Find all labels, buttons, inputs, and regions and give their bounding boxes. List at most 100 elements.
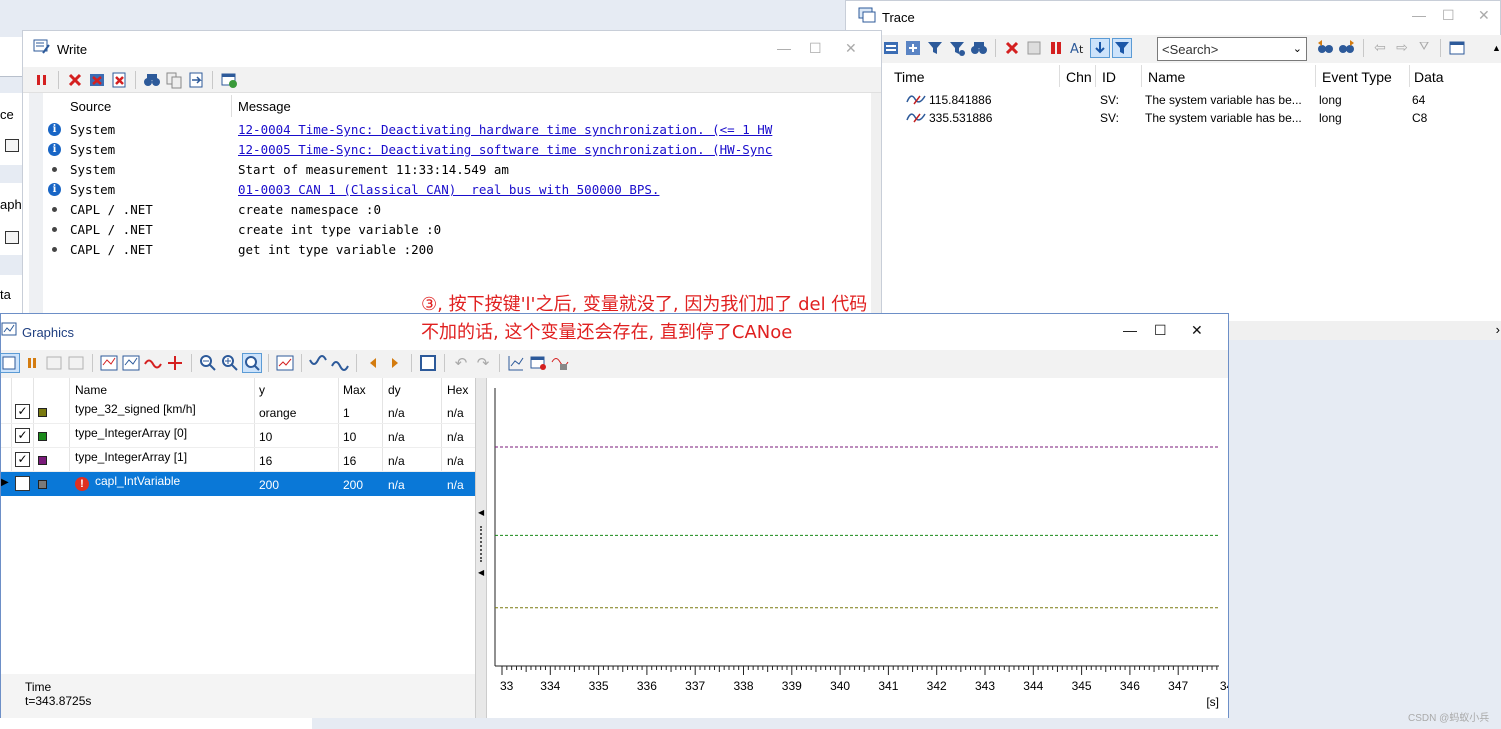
trace-titlebar[interactable]: Trace — ☐ ✕ xyxy=(846,1,1500,31)
export-icon[interactable] xyxy=(187,71,205,89)
zoom-in-icon[interactable] xyxy=(221,354,239,372)
scroll-mode-icon[interactable] xyxy=(1090,38,1110,58)
trace-row[interactable]: 115.841886 SV: The system variable has b… xyxy=(882,91,1501,109)
column-name[interactable]: Name xyxy=(75,383,107,397)
column-max[interactable]: Max xyxy=(343,383,366,397)
write-message-link[interactable]: 01-0003 CAN 1 (Classical CAN) real bus w… xyxy=(238,182,659,197)
signal-plot[interactable]: 33 334 335 336 337 338 339 340 341 342 343 344 345 34… xyxy=(487,378,1233,718)
line-type-icon[interactable] xyxy=(144,354,162,372)
minimize-button[interactable]: — xyxy=(777,40,791,56)
signal-row[interactable]: ✓ type_IntegerArray [1] 16 16 n/a n/a xyxy=(1,448,475,472)
list-clear-icon[interactable] xyxy=(1025,39,1043,57)
column-name[interactable]: Name xyxy=(1148,69,1185,85)
signal-checkbox[interactable]: ✓ xyxy=(15,404,30,419)
collapse-left-icon[interactable]: ◀ xyxy=(478,568,484,577)
grip-icon[interactable] xyxy=(480,526,482,562)
forward-arrow-icon[interactable]: ⇨ xyxy=(1393,39,1411,57)
close-button[interactable]: ✕ xyxy=(1191,322,1203,339)
signal-chart-icon[interactable] xyxy=(507,354,525,372)
maximize-button[interactable]: ☐ xyxy=(809,40,822,57)
window-settings-icon[interactable] xyxy=(220,71,238,89)
column-dy[interactable]: dy xyxy=(388,383,401,397)
filter-icon[interactable] xyxy=(926,39,944,57)
signal-checkbox[interactable]: ✓ xyxy=(15,428,30,443)
clear-list-icon[interactable] xyxy=(88,71,106,89)
write-row[interactable]: i System 12-0005 Time-Sync: Deactivating… xyxy=(43,139,871,159)
write-message-link[interactable]: 12-0005 Time-Sync: Deactivating software… xyxy=(238,142,772,157)
trace-search-box[interactable]: <Search> ⌄ xyxy=(1157,37,1307,61)
column-chn[interactable]: Chn xyxy=(1066,69,1092,85)
signal-color-swatch[interactable] xyxy=(38,432,47,441)
previous-marker-icon[interactable] xyxy=(364,354,382,372)
find-next-icon[interactable] xyxy=(1338,39,1356,57)
signal-color-swatch[interactable] xyxy=(38,456,47,465)
find-icon[interactable] xyxy=(143,71,161,89)
signal-checkbox[interactable]: ✓ xyxy=(15,452,30,467)
back-arrow-icon[interactable]: ⇦ xyxy=(1371,39,1389,57)
column-data[interactable]: Data xyxy=(1414,69,1444,85)
signal-checkbox[interactable] xyxy=(15,476,30,491)
export-window-icon[interactable] xyxy=(529,354,547,372)
chart-mode-icon[interactable] xyxy=(276,354,294,372)
expand-icon[interactable] xyxy=(904,39,922,57)
redo-icon[interactable]: ↷ xyxy=(474,354,492,372)
zoom-fit-x-icon[interactable] xyxy=(45,354,63,372)
signal-layout-icon[interactable] xyxy=(100,354,118,372)
close-button[interactable]: ✕ xyxy=(845,40,857,57)
signal-settings-icon[interactable] xyxy=(551,354,569,372)
clear-icon[interactable] xyxy=(66,71,84,89)
pause-icon[interactable] xyxy=(1047,39,1065,57)
find-previous-icon[interactable] xyxy=(1316,39,1334,57)
write-row[interactable]: i System 12-0004 Time-Sync: Deactivating… xyxy=(43,119,871,139)
maximize-button[interactable]: ☐ xyxy=(1154,322,1167,339)
plot-area[interactable]: 33 334 335 336 337 338 339 340 341 342 343 344 345 34… xyxy=(487,378,1233,718)
zoom-fit-y-icon[interactable] xyxy=(67,354,85,372)
filter-active-icon[interactable] xyxy=(1112,38,1132,58)
write-row[interactable]: CAPL / .NET create int type variable :0 xyxy=(43,219,871,239)
column-source[interactable]: Source xyxy=(70,99,111,114)
find-icon[interactable] xyxy=(970,39,988,57)
trace-vertical-scrollbar[interactable]: ▲ xyxy=(1491,37,1501,63)
signal-row-selected[interactable]: ▶ ! capl_IntVariable 200 200 n/a n/a xyxy=(1,472,475,496)
splitter-handle[interactable]: ◀ ◀ xyxy=(475,378,487,718)
minimize-button[interactable]: — xyxy=(1123,322,1137,338)
difference-cursor-icon[interactable] xyxy=(331,354,349,372)
write-titlebar[interactable]: Write — ☐ ✕ xyxy=(23,31,881,65)
write-row[interactable]: CAPL / .NET get int type variable :200 xyxy=(43,239,871,259)
column-message[interactable]: Message xyxy=(238,99,291,114)
filter-edit-icon[interactable] xyxy=(948,39,966,57)
select-icon[interactable] xyxy=(0,353,20,373)
next-marker-icon[interactable] xyxy=(386,354,404,372)
column-event-type[interactable]: Event Type xyxy=(1322,69,1392,85)
trace-row[interactable]: 335.531886 SV: The system variable has b… xyxy=(882,109,1501,127)
scroll-up-icon[interactable]: ▲ xyxy=(1492,43,1501,53)
signal-config-icon[interactable] xyxy=(122,354,140,372)
signal-color-swatch[interactable] xyxy=(38,480,47,489)
clear-document-icon[interactable] xyxy=(110,71,128,89)
close-button[interactable]: ✕ xyxy=(1478,7,1490,24)
write-row[interactable]: i System 01-0003 CAN 1 (Classical CAN) r… xyxy=(43,179,871,199)
write-row[interactable]: System Start of measurement 11:33:14.549… xyxy=(43,159,871,179)
axis-scale-icon[interactable] xyxy=(166,354,184,372)
trace-search-input[interactable]: <Search> xyxy=(1162,42,1218,57)
marker-icon[interactable]: ⛛ xyxy=(1415,39,1433,57)
chevron-down-icon[interactable]: ⌄ xyxy=(1293,42,1302,55)
minimize-button[interactable]: — xyxy=(1412,7,1426,23)
layout-icon[interactable] xyxy=(419,354,437,372)
window-layout-icon[interactable] xyxy=(1448,39,1466,57)
zoom-box-icon[interactable] xyxy=(242,353,262,373)
maximize-button[interactable]: ☐ xyxy=(1442,7,1455,24)
clear-icon[interactable] xyxy=(1003,39,1021,57)
column-y[interactable]: y xyxy=(259,383,265,397)
column-time[interactable]: Time xyxy=(894,69,925,85)
column-id[interactable]: ID xyxy=(1102,69,1116,85)
write-message-link[interactable]: 12-0004 Time-Sync: Deactivating hardware… xyxy=(238,122,772,137)
list-icon[interactable] xyxy=(5,139,19,152)
pause-icon[interactable] xyxy=(33,71,51,89)
collapse-left-icon[interactable]: ◀ xyxy=(478,508,484,517)
zoom-out-icon[interactable] xyxy=(199,354,217,372)
scroll-right-icon[interactable]: › xyxy=(1496,322,1500,337)
measure-cursor-icon[interactable] xyxy=(309,354,327,372)
signal-row[interactable]: ✓ type_IntegerArray [0] 10 10 n/a n/a xyxy=(1,424,475,448)
pause-icon[interactable] xyxy=(23,354,41,372)
